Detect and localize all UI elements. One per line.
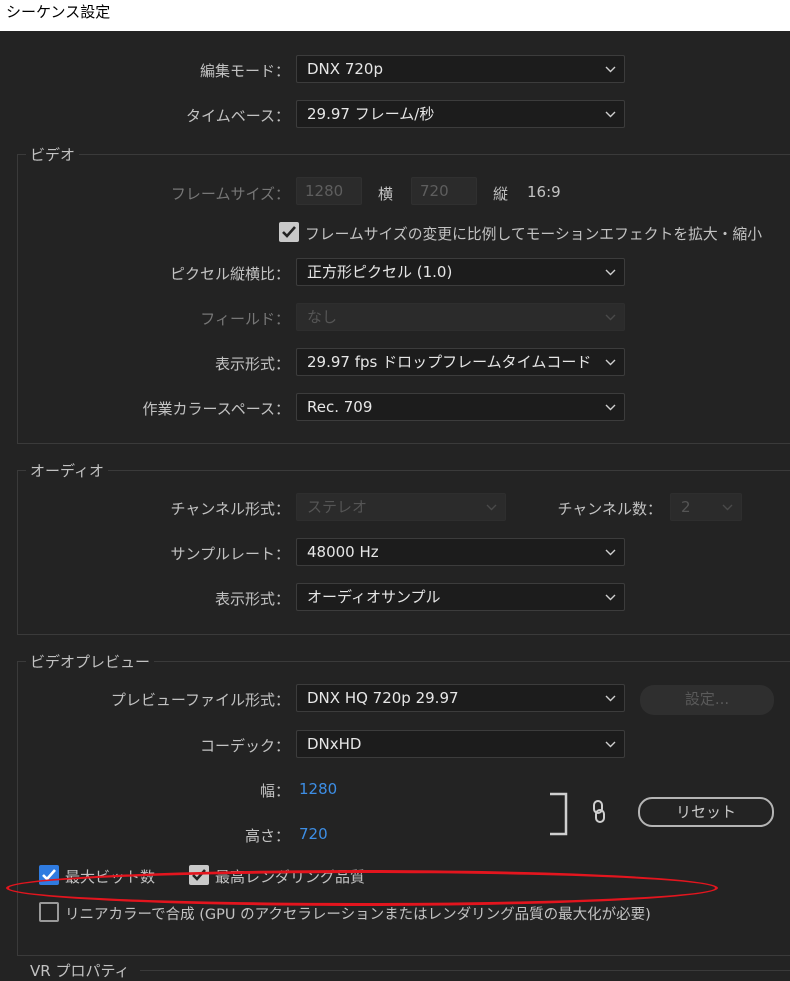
edit-mode-label: 編集モード： [199, 62, 290, 80]
chevron-down-icon [486, 502, 497, 513]
chevron-down-icon [605, 402, 616, 413]
height-value[interactable]: 720 [299, 825, 328, 843]
checkmark-icon [42, 869, 56, 881]
chevron-down-icon [605, 693, 616, 704]
timebase-label: タイムベース： [186, 107, 290, 125]
chevron-down-icon [722, 502, 733, 513]
video-display-format-dropdown[interactable]: 29.97 fps ドロップフレームタイムコード [296, 348, 625, 376]
max-bit-depth-label: 最大ビット数 [65, 868, 156, 886]
fields-value: なし [307, 308, 338, 326]
title-bar: シーケンス設定 [0, 0, 790, 31]
chevron-down-icon [605, 312, 616, 323]
link-chain-icon[interactable] [591, 799, 607, 825]
codec-value: DNxHD [307, 735, 362, 753]
sample-rate-label: サンプルレート： [170, 545, 290, 563]
height-label: 高さ： [244, 827, 290, 845]
width-label: 幅： [259, 782, 290, 800]
vertical-label: 縦 [493, 185, 509, 203]
video-display-format-value: 29.97 fps ドロップフレームタイムコード [307, 353, 592, 371]
working-color-label: 作業カラースペース： [142, 400, 290, 418]
chevron-down-icon [605, 547, 616, 558]
channel-format-label: チャンネル形式： [170, 500, 290, 518]
audio-display-format-label: 表示形式： [214, 590, 290, 608]
working-color-value: Rec. 709 [307, 398, 373, 416]
preview-file-format-value: DNX HQ 720p 29.97 [307, 689, 459, 707]
vr-section-title: VR プロパティ [26, 960, 134, 981]
chevron-down-icon [605, 64, 616, 75]
scale-motion-label: フレームサイズの変更に比例してモーションエフェクトを拡大・縮小 [305, 226, 763, 243]
aspect-ratio-text: 16:9 [527, 183, 561, 201]
chevron-down-icon [605, 109, 616, 120]
chevron-down-icon [605, 357, 616, 368]
codec-dropdown[interactable]: DNxHD [296, 730, 625, 758]
preview-file-format-label: プレビューファイル形式： [110, 691, 290, 709]
frame-height-input[interactable]: 720 [411, 177, 477, 205]
working-color-dropdown[interactable]: Rec. 709 [296, 393, 625, 421]
frame-size-label: フレームサイズ： [170, 185, 290, 203]
preview-file-format-dropdown[interactable]: DNX HQ 720p 29.97 [296, 684, 625, 712]
window-title: シーケンス設定 [6, 3, 111, 21]
linear-color-checkbox[interactable] [39, 902, 59, 922]
sample-rate-value: 48000 Hz [307, 543, 379, 561]
codec-label: コーデック： [199, 737, 290, 755]
edit-mode-value: DNX 720p [307, 60, 383, 78]
channel-format-value: ステレオ [307, 498, 368, 516]
audio-display-format-value: オーディオサンプル [307, 588, 441, 606]
edit-mode-dropdown[interactable]: DNX 720p [296, 55, 625, 83]
max-bit-depth-checkbox[interactable] [39, 865, 59, 885]
audio-section-title: オーディオ [26, 460, 108, 481]
timebase-dropdown[interactable]: 29.97 フレーム/秒 [296, 100, 625, 128]
reset-button[interactable]: リセット [638, 797, 774, 827]
max-render-quality-checkbox[interactable] [189, 865, 209, 885]
sample-rate-dropdown[interactable]: 48000 Hz [296, 538, 625, 566]
chevron-down-icon [605, 267, 616, 278]
scale-motion-checkbox[interactable] [279, 222, 299, 242]
fields-label: フィールド： [200, 310, 290, 328]
channel-count-label: チャンネル数： [557, 500, 662, 518]
channel-format-dropdown[interactable]: ステレオ [296, 493, 506, 521]
frame-width-input[interactable]: 1280 [296, 177, 362, 205]
fields-dropdown[interactable]: なし [296, 303, 625, 331]
video-display-format-label: 表示形式： [214, 355, 290, 373]
channel-count-dropdown[interactable]: 2 [670, 493, 742, 521]
linear-color-label: リニアカラーで合成 (GPU のアクセラレーションまたはレンダリング品質の最大化… [65, 907, 651, 923]
vr-divider [140, 970, 790, 971]
timebase-value: 29.97 フレーム/秒 [307, 105, 435, 123]
pixel-aspect-dropdown[interactable]: 正方形ピクセル (1.0) [296, 258, 625, 286]
pixel-aspect-value: 正方形ピクセル (1.0) [307, 263, 453, 281]
audio-display-format-dropdown[interactable]: オーディオサンプル [296, 583, 625, 611]
chevron-down-icon [605, 592, 616, 603]
checkmark-icon [192, 869, 206, 881]
chevron-down-icon [605, 739, 616, 750]
bracket-icon [550, 792, 568, 836]
channel-count-value: 2 [681, 498, 691, 516]
checkmark-icon [282, 226, 296, 238]
video-section-title: ビデオ [26, 144, 80, 165]
width-value[interactable]: 1280 [299, 780, 337, 798]
settings-button[interactable]: 設定... [640, 685, 774, 715]
video-preview-section-title: ビデオプレビュー [26, 651, 155, 672]
pixel-aspect-label: ピクセル縦横比： [169, 265, 290, 283]
max-render-quality-label: 最高レンダリング品質 [215, 868, 366, 886]
horizontal-label: 横 [378, 185, 394, 203]
